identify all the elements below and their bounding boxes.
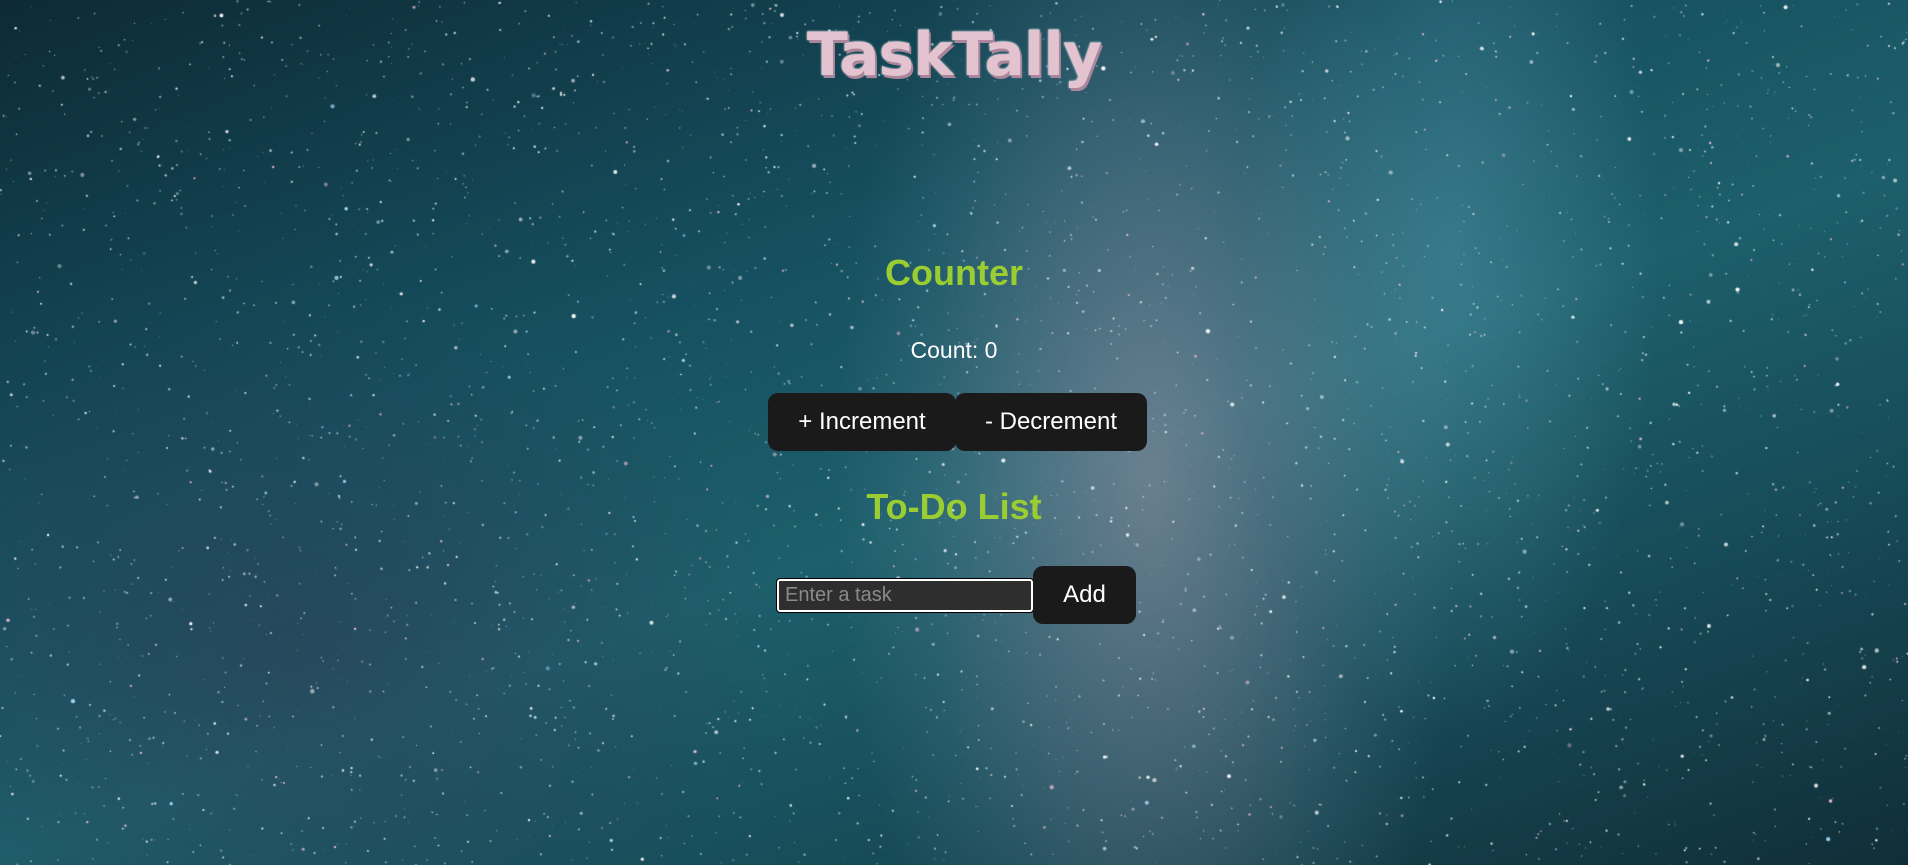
counter-heading: Counter [885, 252, 1023, 293]
count-display: Count: 0 [0, 337, 1908, 364]
count-label: Count: [910, 337, 979, 363]
app-title: TaskTally [806, 20, 1102, 90]
todo-heading: To-Do List [866, 486, 1042, 527]
add-task-button[interactable]: Add [1033, 566, 1136, 624]
increment-button[interactable]: + Increment [768, 393, 956, 451]
task-input[interactable] [776, 578, 1034, 613]
decrement-button[interactable]: - Decrement [955, 393, 1147, 451]
count-value: 0 [984, 337, 998, 363]
